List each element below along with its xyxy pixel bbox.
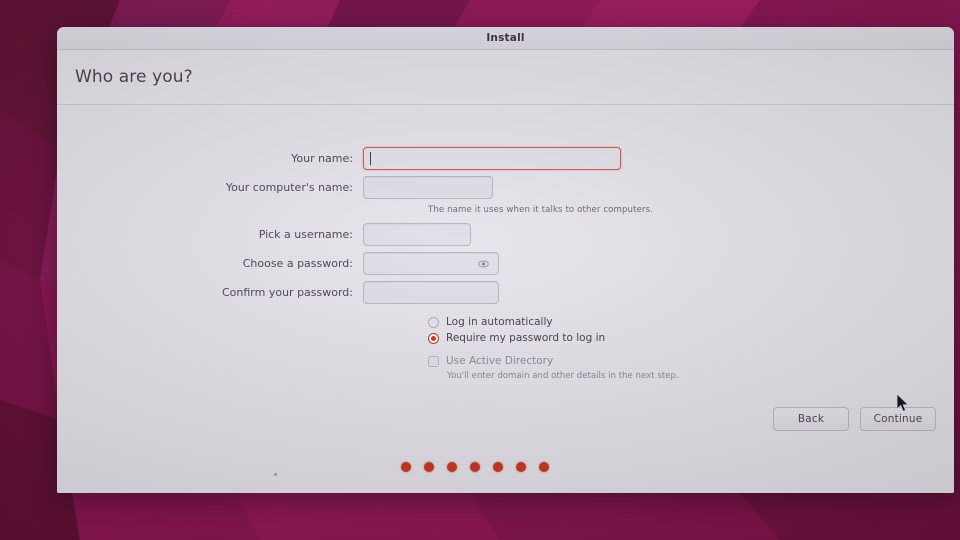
screen-dust-speck (274, 473, 277, 476)
label-password: Choose a password: (242, 257, 353, 270)
progress-dot (515, 462, 526, 472)
confirm-password-wrapper (363, 281, 499, 304)
progress-dot (492, 462, 503, 472)
continue-button[interactable]: Continue (860, 407, 936, 431)
your-name-input[interactable] (363, 147, 621, 170)
progress-dot (423, 462, 434, 472)
username-input[interactable] (363, 223, 471, 246)
field-row-your-name: Your name: (57, 147, 954, 170)
progress-dot (446, 462, 457, 472)
eye-icon[interactable] (478, 258, 489, 269)
label-username: Pick a username: (258, 228, 353, 241)
field-row-computer-name: Your computer's name: (57, 176, 954, 199)
field-row-confirm-password: Confirm your password: (57, 281, 954, 304)
page-heading-area: Who are you? (57, 50, 954, 105)
radio-require-password[interactable] (428, 332, 439, 344)
installer-window: Install Who are you? Your name: Your com… (57, 27, 954, 493)
username-wrapper (363, 223, 471, 246)
user-setup-form: Your name: Your computer's name: The nam… (57, 147, 954, 381)
login-options-group: Log in automatically Require my password… (57, 316, 954, 381)
computer-name-input[interactable] (363, 176, 493, 199)
computer-name-wrapper (363, 176, 493, 199)
option-require-password[interactable]: Require my password to log in (428, 332, 954, 344)
installer-content: Your name: Your computer's name: The nam… (57, 105, 954, 493)
progress-dot (469, 462, 480, 472)
active-directory-hint: You'll enter domain and other details in… (447, 371, 679, 381)
window-title: Install (486, 32, 525, 44)
progress-dot (538, 462, 549, 472)
option-use-active-directory[interactable]: Use Active Directory (428, 355, 954, 367)
label-computer-name: Your computer's name: (225, 181, 353, 194)
password-wrapper (363, 252, 499, 275)
label-your-name: Your name: (291, 152, 353, 165)
navigation-buttons: Back Continue (773, 407, 936, 431)
label-log-in-automatically: Log in automatically (446, 316, 553, 328)
window-titlebar: Install (57, 27, 954, 50)
radio-log-in-automatically[interactable] (428, 316, 439, 328)
field-row-username: Pick a username: (57, 223, 954, 246)
text-caret (370, 152, 371, 165)
field-row-password: Choose a password: (57, 252, 954, 275)
confirm-password-input[interactable] (363, 281, 499, 304)
computer-name-hint: The name it uses when it talks to other … (428, 205, 654, 215)
progress-dot (400, 462, 411, 472)
label-require-password: Require my password to log in (446, 332, 606, 344)
option-log-in-automatically[interactable]: Log in automatically (428, 316, 954, 328)
label-use-active-directory: Use Active Directory (446, 355, 554, 367)
active-directory-block: Use Active Directory You'll enter domain… (428, 355, 954, 381)
checkbox-use-active-directory[interactable] (428, 355, 439, 367)
progress-dots (57, 462, 954, 472)
your-name-wrapper (363, 147, 621, 170)
page-title: Who are you? (75, 67, 193, 87)
back-button[interactable]: Back (773, 407, 849, 431)
desktop-background: Install Who are you? Your name: Your com… (0, 0, 960, 540)
label-confirm-password: Confirm your password: (221, 286, 353, 299)
